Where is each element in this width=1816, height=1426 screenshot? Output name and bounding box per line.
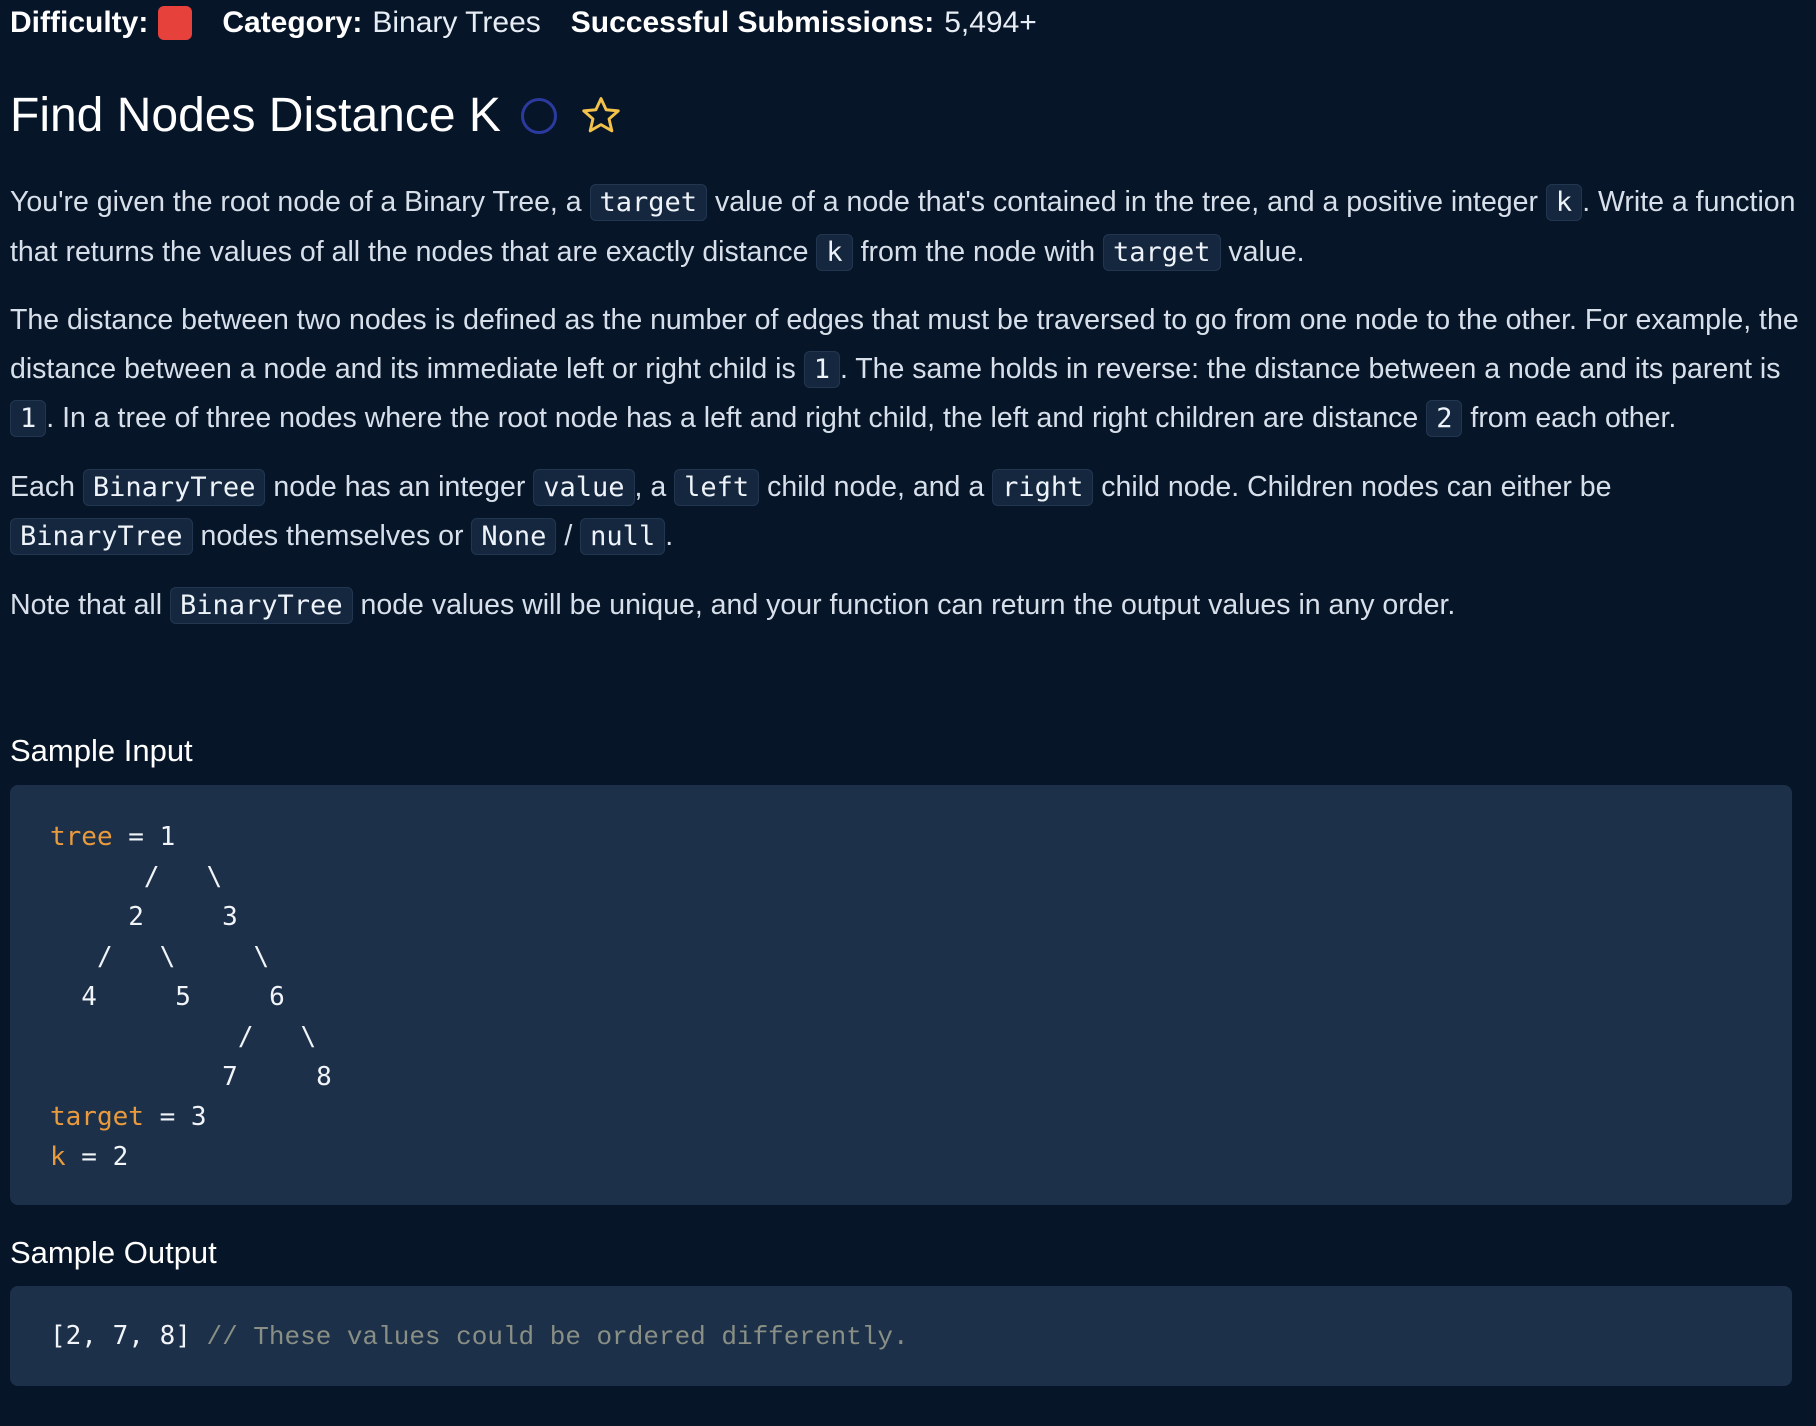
inline-code: null — [580, 518, 666, 555]
difficulty-indicator — [158, 6, 193, 40]
output-value: [2, 7, 8] — [50, 1320, 191, 1351]
sample-input-heading: Sample Input — [10, 733, 193, 768]
question-title-row: Find Nodes Distance K — [10, 88, 623, 143]
question-title: Find Nodes Distance K — [10, 89, 501, 142]
code-key-tree: tree — [50, 822, 113, 852]
star-icon[interactable] — [579, 94, 623, 138]
code-tree-root: = 1 — [112, 822, 176, 852]
sample-output-code-block: [2, 7, 8] // These values could be order… — [10, 1286, 1792, 1386]
sample-input-code-block: tree = 1 / \ 2 3 / \ \ 4 5 6 / \ 7 8 tar… — [10, 785, 1792, 1205]
code-k-value: = 2 — [65, 1142, 129, 1172]
category-value: Binary Trees — [372, 6, 541, 39]
problem-description: You're given the root node of a Binary T… — [10, 178, 1800, 649]
inline-code: 1 — [803, 350, 840, 388]
inline-code: target — [1102, 233, 1221, 271]
description-paragraph: The distance between two nodes is define… — [10, 296, 1800, 444]
inline-code: None — [471, 518, 557, 555]
submissions-label: Successful Submissions: — [570, 6, 935, 39]
code-key-k: k — [50, 1142, 66, 1172]
code-tree-diagram: / \ 2 3 / \ \ 4 5 6 / \ 7 8 — [81, 862, 332, 1092]
submissions-count: 5,494+ — [944, 6, 1037, 39]
description-paragraph: You're given the root node of a Binary T… — [10, 178, 1800, 277]
inline-code: BinaryTree — [10, 518, 193, 555]
output-comment: // These values could be ordered differe… — [190, 1321, 909, 1352]
inline-code: 1 — [10, 400, 47, 437]
inline-code: BinaryTree — [170, 586, 353, 624]
code-key-target: target — [50, 1102, 144, 1132]
code-target-value: = 3 — [143, 1102, 207, 1132]
inline-code: target — [589, 184, 708, 221]
inline-code: right — [992, 468, 1094, 506]
inline-code: value — [533, 468, 635, 506]
inline-code: k — [1545, 184, 1583, 221]
inline-code: 2 — [1426, 400, 1463, 437]
sample-output-heading: Sample Output — [10, 1235, 217, 1270]
description-paragraph: Each BinaryTree node has an integer valu… — [10, 463, 1800, 562]
completion-status-circle-icon[interactable] — [520, 97, 557, 134]
inline-code: BinaryTree — [82, 468, 266, 506]
description-paragraph: Note that all BinaryTree node values wil… — [10, 581, 1800, 631]
problem-meta-bar: Difficulty: Category: Binary Trees Succe… — [10, 6, 1037, 40]
category-label: Category: — [222, 6, 363, 39]
difficulty-label: Difficulty: — [10, 6, 149, 39]
inline-code: left — [674, 468, 760, 506]
inline-code: k — [816, 233, 853, 271]
